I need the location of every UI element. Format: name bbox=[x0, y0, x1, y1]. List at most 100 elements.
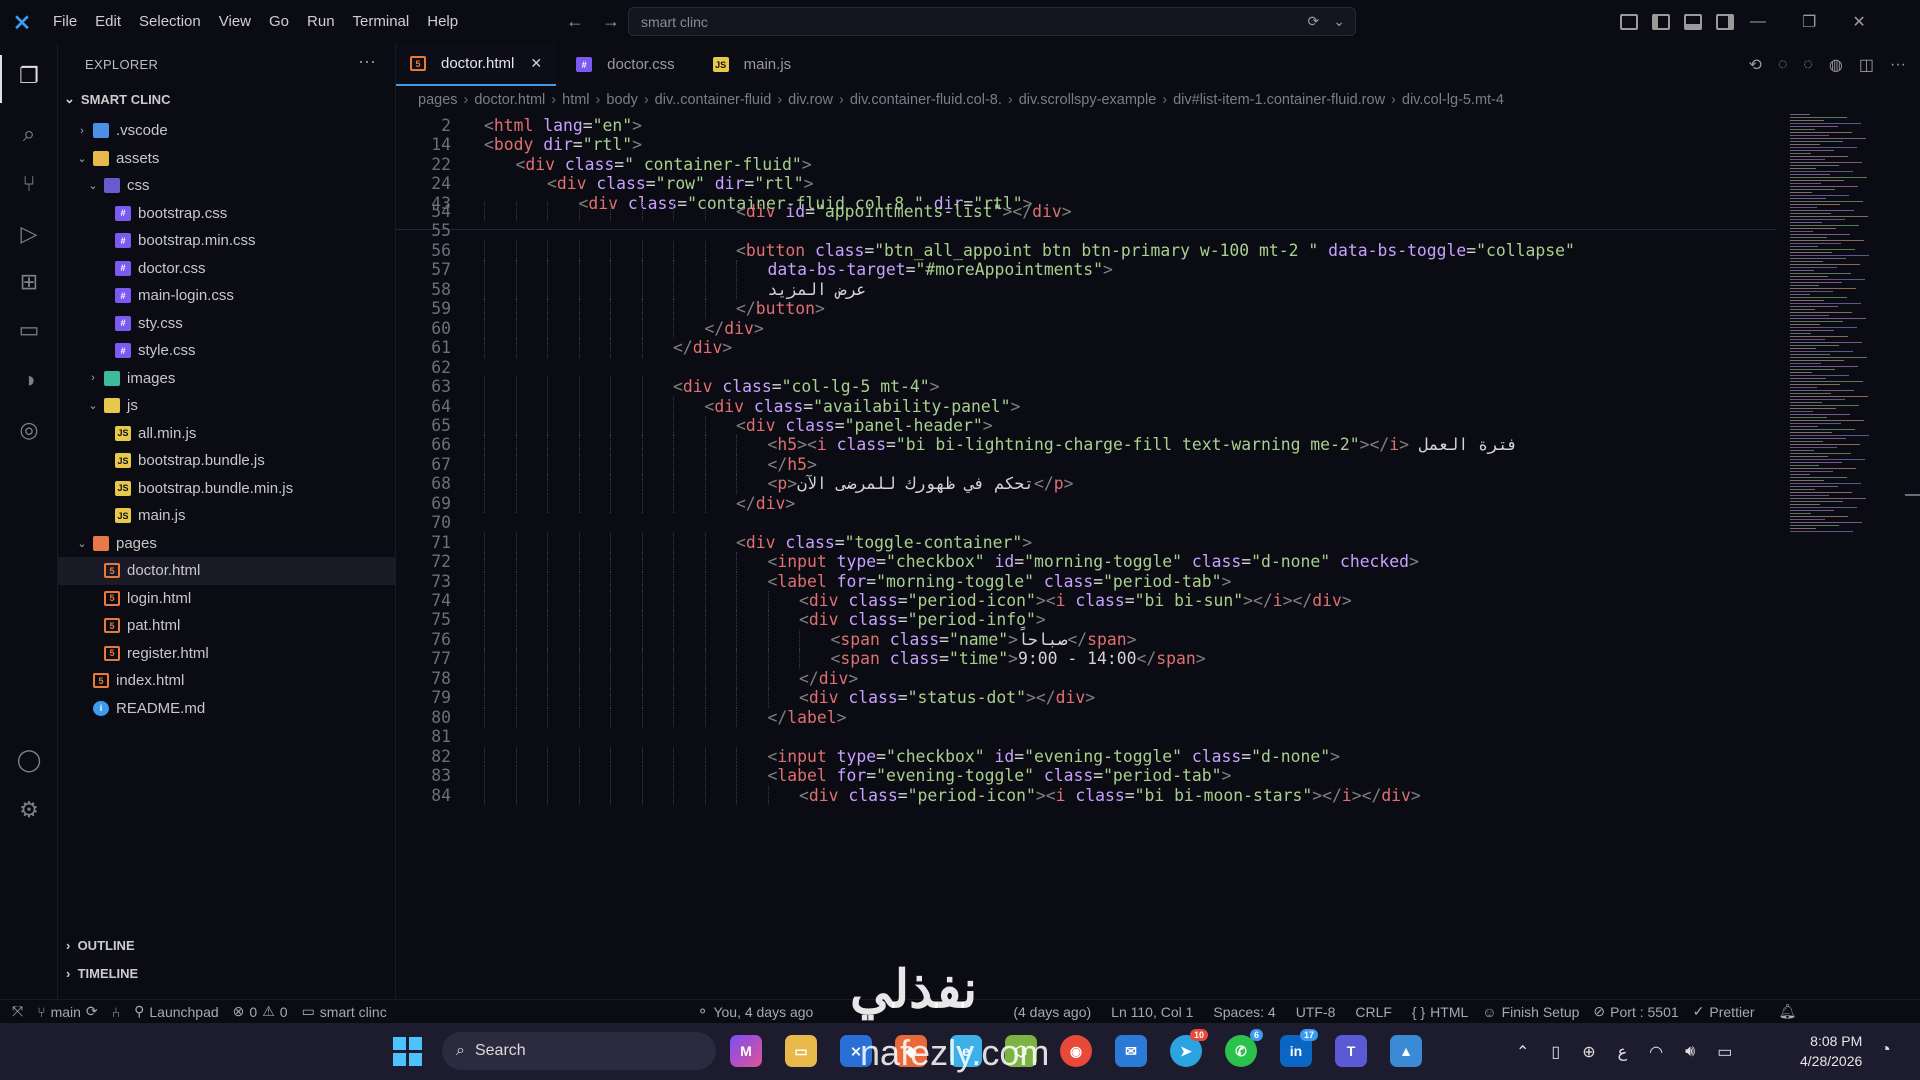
remote-icon[interactable]: ⤧ bbox=[12, 1003, 23, 1020]
tree-item[interactable]: 5 register.html bbox=[58, 640, 396, 668]
chevron-down-icon[interactable]: ⌄ bbox=[1333, 13, 1345, 30]
microsoft365-icon[interactable]: M bbox=[730, 1035, 762, 1067]
git-graph-status-icon[interactable]: ⑃ bbox=[112, 1004, 120, 1020]
tree-item[interactable]: › .vscode bbox=[58, 117, 396, 145]
tree-item[interactable]: JS bootstrap.bundle.min.js bbox=[58, 475, 396, 503]
live-server-item[interactable]: ⊘ Port : 5501 bbox=[1593, 1003, 1678, 1020]
menu-run[interactable]: Run bbox=[298, 0, 344, 43]
vertical-scrollbar[interactable] bbox=[1905, 114, 1920, 994]
tree-item[interactable]: ⌄ assets bbox=[58, 145, 396, 173]
remote-explorer-icon[interactable]: ◎ bbox=[12, 413, 46, 447]
breadcrumb-item[interactable]: pages bbox=[418, 92, 458, 108]
toggle-secondary-sidebar-icon[interactable] bbox=[1716, 13, 1734, 30]
menu-file[interactable]: File bbox=[44, 0, 86, 43]
tree-item[interactable]: # style.css bbox=[58, 337, 396, 365]
scroll-thumb[interactable] bbox=[1905, 494, 1920, 496]
tree-item[interactable]: # doctor.css bbox=[58, 255, 396, 283]
problems-item[interactable]: ⊗ 0 ⚠ 0 bbox=[233, 1003, 288, 1020]
indentation[interactable]: Spaces: 4 bbox=[1213, 1004, 1275, 1020]
tree-item[interactable]: # main-login.css bbox=[58, 282, 396, 310]
next-change-icon[interactable]: ◌ bbox=[1803, 56, 1813, 74]
previous-change-icon[interactable]: ◌ bbox=[1778, 56, 1788, 74]
tree-item[interactable]: ⌄ css bbox=[58, 172, 396, 200]
close-tab-icon[interactable]: ✕ bbox=[530, 55, 542, 72]
toggle-panel-icon[interactable] bbox=[1684, 13, 1702, 30]
explorer-files-icon[interactable]: ❐ bbox=[12, 59, 46, 93]
linkedin-icon[interactable]: in 17 bbox=[1280, 1029, 1318, 1067]
menu-terminal[interactable]: Terminal bbox=[344, 0, 419, 43]
split-editor-icon[interactable]: ◫ bbox=[1859, 55, 1874, 75]
back-arrow-icon[interactable]: ← bbox=[566, 11, 584, 32]
breadcrumb-item[interactable]: div.container-fluid.col-8. bbox=[850, 92, 1002, 108]
tab-main-js[interactable]: JS main.js bbox=[699, 43, 806, 86]
tree-item[interactable]: i README.md bbox=[58, 695, 396, 723]
breadcrumb-item[interactable]: doctor.html bbox=[474, 92, 545, 108]
more-actions-icon[interactable]: ··· bbox=[358, 51, 376, 72]
tree-item[interactable]: JS bootstrap.bundle.js bbox=[58, 447, 396, 475]
restore-icon[interactable]: ❐ bbox=[1802, 12, 1816, 32]
tab-doctor-css[interactable]: # doctor.css bbox=[562, 43, 689, 86]
breadcrumb-item[interactable]: div..container-fluid bbox=[655, 92, 772, 108]
tablet-icon[interactable]: ▯ bbox=[1551, 1042, 1560, 1062]
outlook-icon[interactable]: ✉ bbox=[1115, 1035, 1147, 1067]
branch-item[interactable]: ⑂ main ⟳ bbox=[37, 1003, 98, 1020]
launchpad-item[interactable]: ⚲ Launchpad bbox=[134, 1003, 219, 1020]
teams-icon[interactable]: T bbox=[1335, 1035, 1367, 1067]
tree-item[interactable]: # bootstrap.css bbox=[58, 200, 396, 228]
customize-layout-icon[interactable] bbox=[1620, 13, 1638, 30]
open-changes-icon[interactable]: ⟲ bbox=[1748, 55, 1761, 75]
timeline-section[interactable]: › TIMELINE bbox=[66, 966, 138, 981]
outline-section[interactable]: › OUTLINE bbox=[66, 938, 135, 953]
prettier-item[interactable]: ✓ Prettier bbox=[1693, 1003, 1755, 1020]
more-actions-icon[interactable]: ··· bbox=[1890, 56, 1906, 74]
menu-help[interactable]: Help bbox=[418, 0, 467, 43]
code-editor[interactable]: 2 <html lang="en"> 14 <body dir="rtl"> 22 <di… bbox=[396, 114, 1776, 988]
language-indicator[interactable]: ع bbox=[1618, 1042, 1628, 1062]
breadcrumb-item[interactable]: div.row bbox=[788, 92, 833, 108]
tree-item[interactable]: 5 login.html bbox=[58, 585, 396, 613]
breadcrumb-item[interactable]: div#list-item-1.container-fluid.row bbox=[1173, 92, 1385, 108]
tab-doctor-html[interactable]: 5 doctor.html ✕ bbox=[396, 43, 557, 86]
account-icon[interactable]: ◯ bbox=[12, 743, 46, 777]
breadcrumb-item[interactable]: html bbox=[562, 92, 589, 108]
git-lens-icon[interactable]: ◍ bbox=[1829, 55, 1843, 75]
minimap[interactable] bbox=[1790, 114, 1900, 554]
git-graph-icon[interactable]: ◑ bbox=[12, 363, 46, 397]
command-center-search[interactable]: smart clinc ⟳ ⌄ bbox=[628, 7, 1356, 36]
search-icon[interactable]: ⌕ bbox=[12, 117, 46, 151]
chevron-up-icon[interactable]: ⌃ bbox=[1516, 1042, 1529, 1062]
folder-icon[interactable]: ▭ bbox=[12, 313, 46, 347]
extensions-icon[interactable]: ⊞ bbox=[12, 265, 46, 299]
notifications-bell-icon[interactable]: 🔔︎ bbox=[1779, 1003, 1797, 1020]
close-window-icon[interactable]: ✕ bbox=[1852, 12, 1865, 32]
file-explorer-icon[interactable]: ▭ bbox=[785, 1035, 817, 1067]
tree-item[interactable]: 5 index.html bbox=[58, 667, 396, 695]
photos-icon[interactable]: ▲ bbox=[1390, 1035, 1422, 1067]
battery-icon[interactable]: ▭ bbox=[1717, 1042, 1732, 1062]
breadcrumb-item[interactable]: div.col-lg-5.mt-4 bbox=[1402, 92, 1504, 108]
cursor-position[interactable]: Ln 110, Col 1 bbox=[1111, 1004, 1193, 1020]
tree-item[interactable]: JS all.min.js bbox=[58, 420, 396, 448]
source-control-icon[interactable]: ⑂ bbox=[12, 167, 46, 201]
settings-gear-icon[interactable]: ⚙ bbox=[12, 793, 46, 827]
menu-view[interactable]: View bbox=[210, 0, 260, 43]
clock[interactable]: 8:08 PM 4/28/2026 bbox=[1800, 1031, 1862, 1071]
workspace-item[interactable]: ▭ smart clinc bbox=[302, 1003, 387, 1020]
encoding[interactable]: UTF-8 bbox=[1296, 1004, 1336, 1020]
copilot-chat-icon[interactable]: ⟳ bbox=[1308, 13, 1320, 30]
notification-center-icon[interactable]: ◔ bbox=[1880, 1039, 1891, 1060]
telegram-icon[interactable]: ➤ 10 bbox=[1170, 1029, 1208, 1067]
tree-item[interactable]: # bootstrap.min.css bbox=[58, 227, 396, 255]
chrome-icon[interactable]: ◉ bbox=[1060, 1035, 1092, 1067]
tree-item[interactable]: JS main.js bbox=[58, 502, 396, 530]
menu-go[interactable]: Go bbox=[260, 0, 298, 43]
menu-edit[interactable]: Edit bbox=[86, 0, 130, 43]
tree-item[interactable]: ⌄ js bbox=[58, 392, 396, 420]
language-mode[interactable]: { } HTML bbox=[1412, 1004, 1468, 1020]
windows-start-icon[interactable] bbox=[393, 1037, 423, 1067]
end-of-line[interactable]: CRLF bbox=[1355, 1004, 1392, 1020]
whatsapp-icon[interactable]: ✆ 6 bbox=[1225, 1029, 1263, 1067]
run-debug-icon[interactable]: ▷ bbox=[12, 217, 46, 251]
tree-item[interactable]: # sty.css bbox=[58, 310, 396, 338]
tree-item[interactable]: 5 pat.html bbox=[58, 612, 396, 640]
